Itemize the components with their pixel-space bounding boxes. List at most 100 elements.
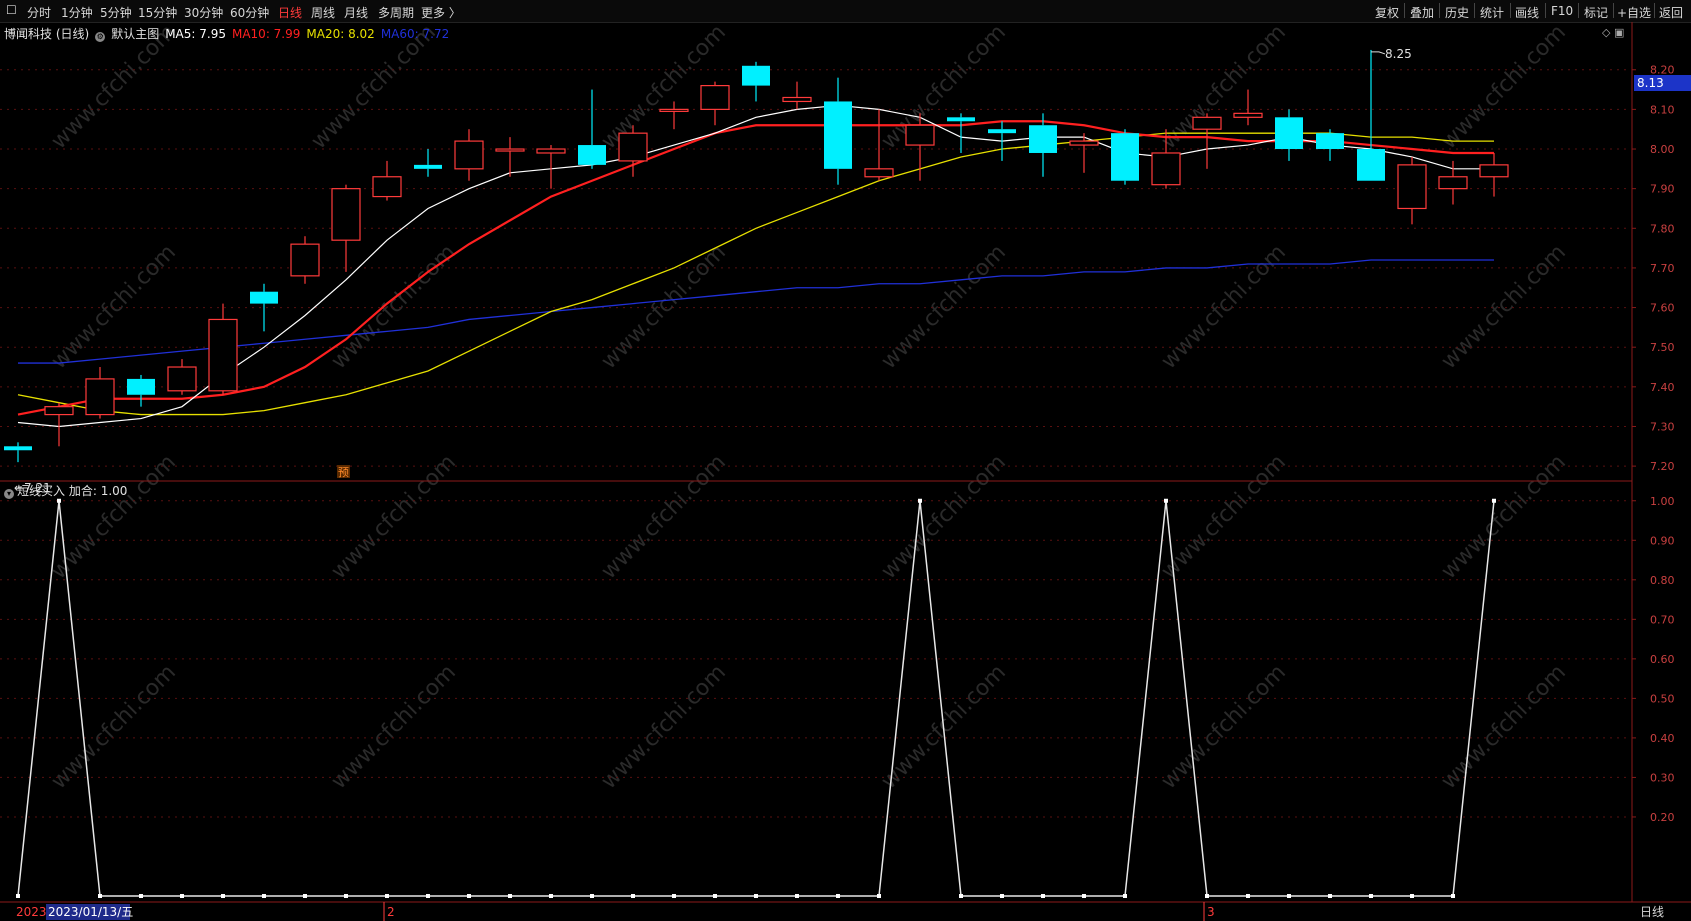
watermark: www.cfchi.com (1437, 450, 1571, 584)
watermark: www.cfchi.com (1437, 660, 1571, 794)
signal-point (590, 894, 594, 898)
forecast-badge-label: 预 (338, 466, 349, 479)
signal-point (98, 894, 102, 898)
price-tick-label: 7.90 (1650, 183, 1675, 196)
candle-body[interactable] (4, 446, 32, 451)
signal-point (1492, 498, 1496, 503)
candle-body[interactable] (1151, 152, 1181, 186)
period-tag[interactable]: 日线 (1640, 903, 1664, 920)
candle-body[interactable] (905, 124, 935, 146)
kline-chart[interactable]: www.cfchi.com www.cfchi.com www.cfchi.com w… (0, 0, 1691, 921)
signal-tick-label: 0.20 (1650, 811, 1675, 824)
signal-point (1246, 894, 1250, 898)
signal-point (1164, 498, 1168, 503)
candle-body[interactable] (250, 291, 278, 304)
candle-body[interactable] (1275, 117, 1303, 150)
candle-body[interactable] (44, 406, 74, 416)
price-tick-label: 8.00 (1650, 143, 1675, 156)
signal-point (1451, 894, 1455, 898)
stock-name[interactable]: 博闻科技 (日线) (4, 27, 89, 41)
signal-point (426, 894, 430, 898)
candle-body[interactable] (742, 65, 770, 86)
price-tick-label: 7.40 (1650, 381, 1675, 394)
watermark: www.cfchi.com (1437, 20, 1571, 154)
candle-body[interactable] (1111, 133, 1139, 181)
signal-point (467, 894, 471, 898)
template-label[interactable]: 默认主图 (111, 27, 159, 41)
signal-point (16, 894, 20, 898)
signal-point (303, 894, 307, 898)
current-price-tag: 8.13 (1634, 75, 1691, 91)
candle-body[interactable] (659, 108, 689, 112)
candle-body[interactable] (372, 176, 402, 198)
candle-body[interactable] (454, 140, 484, 170)
candle-body[interactable] (700, 84, 730, 110)
square-icon[interactable]: ▣ (1614, 26, 1624, 39)
candle-body[interactable] (414, 164, 442, 169)
candle-body[interactable] (1397, 164, 1427, 210)
signal-point (57, 498, 61, 503)
candle-body[interactable] (1357, 149, 1385, 181)
candle-body[interactable] (167, 366, 197, 392)
candle-body[interactable] (618, 132, 648, 162)
signal-point (221, 894, 225, 898)
signal-point (139, 894, 143, 898)
candle-body[interactable] (782, 96, 812, 103)
price-tick-label: 7.60 (1650, 302, 1675, 315)
candle-body[interactable] (578, 145, 606, 165)
candle-body[interactable] (1029, 125, 1057, 153)
high-price-label: 8.25 (1385, 47, 1412, 61)
candle-body[interactable] (824, 101, 852, 169)
signal-point (959, 894, 963, 898)
price-tick-label: 7.80 (1650, 222, 1675, 235)
indicator-name[interactable]: 短线买入 (17, 484, 65, 498)
settings-icon[interactable]: ⚙ (95, 32, 106, 42)
signal-point (262, 894, 266, 898)
signal-point (1410, 894, 1414, 898)
signal-tick-label: 0.90 (1650, 534, 1675, 547)
month-label: 3 (1207, 905, 1215, 919)
signal-point (1205, 894, 1209, 898)
candle-body[interactable] (85, 378, 115, 416)
signal-point (918, 498, 922, 503)
ma20-value: MA20: 8.02 (306, 27, 375, 41)
candle-body[interactable] (1479, 164, 1509, 178)
signal-point (754, 894, 758, 898)
candle-body[interactable] (1233, 112, 1263, 118)
candle-body[interactable] (1438, 176, 1468, 190)
price-tick-label: 7.30 (1650, 420, 1675, 433)
candle-body[interactable] (864, 168, 894, 178)
signal-point (1328, 894, 1332, 898)
candle-body[interactable] (536, 148, 566, 154)
candle-body[interactable] (988, 129, 1016, 134)
watermark: www.cfchi.com (877, 20, 1011, 154)
watermark: www.cfchi.com (877, 450, 1011, 584)
candle-body[interactable] (290, 243, 320, 277)
candle-body[interactable] (495, 148, 525, 152)
signal-point (836, 894, 840, 898)
chevron-down-icon[interactable]: ▾ (4, 489, 14, 499)
candle-body[interactable] (127, 378, 155, 395)
candle-body[interactable] (331, 188, 361, 241)
candle-body[interactable] (1192, 116, 1222, 130)
candle-body[interactable] (208, 318, 238, 392)
watermark: www.cfchi.com (1157, 660, 1291, 794)
signal-point (713, 894, 717, 898)
watermark: www.cfchi.com (47, 450, 181, 584)
candle-body[interactable] (1069, 140, 1099, 146)
signal-point (549, 894, 553, 898)
signal-point (631, 894, 635, 898)
date-year: 2023 (16, 905, 47, 919)
candle-body[interactable] (1316, 133, 1344, 150)
signal-point (1123, 894, 1127, 898)
price-tick-label: 7.70 (1650, 262, 1675, 275)
main-legend: 博闻科技 (日线) ⚙ 默认主图 MA5: 7.95 MA10: 7.99 MA20: 8… (4, 25, 455, 42)
signal-tick-label: 0.70 (1650, 613, 1675, 626)
price-tick-label: 8.10 (1650, 103, 1675, 116)
signal-point (1082, 894, 1086, 898)
price-tick-label: 7.20 (1650, 460, 1675, 473)
candle-body[interactable] (947, 117, 975, 122)
signal-tick-label: 0.50 (1650, 692, 1675, 705)
ma60-value: MA60: 7.72 (380, 27, 450, 41)
diamond-icon[interactable]: ◇ (1602, 26, 1610, 39)
